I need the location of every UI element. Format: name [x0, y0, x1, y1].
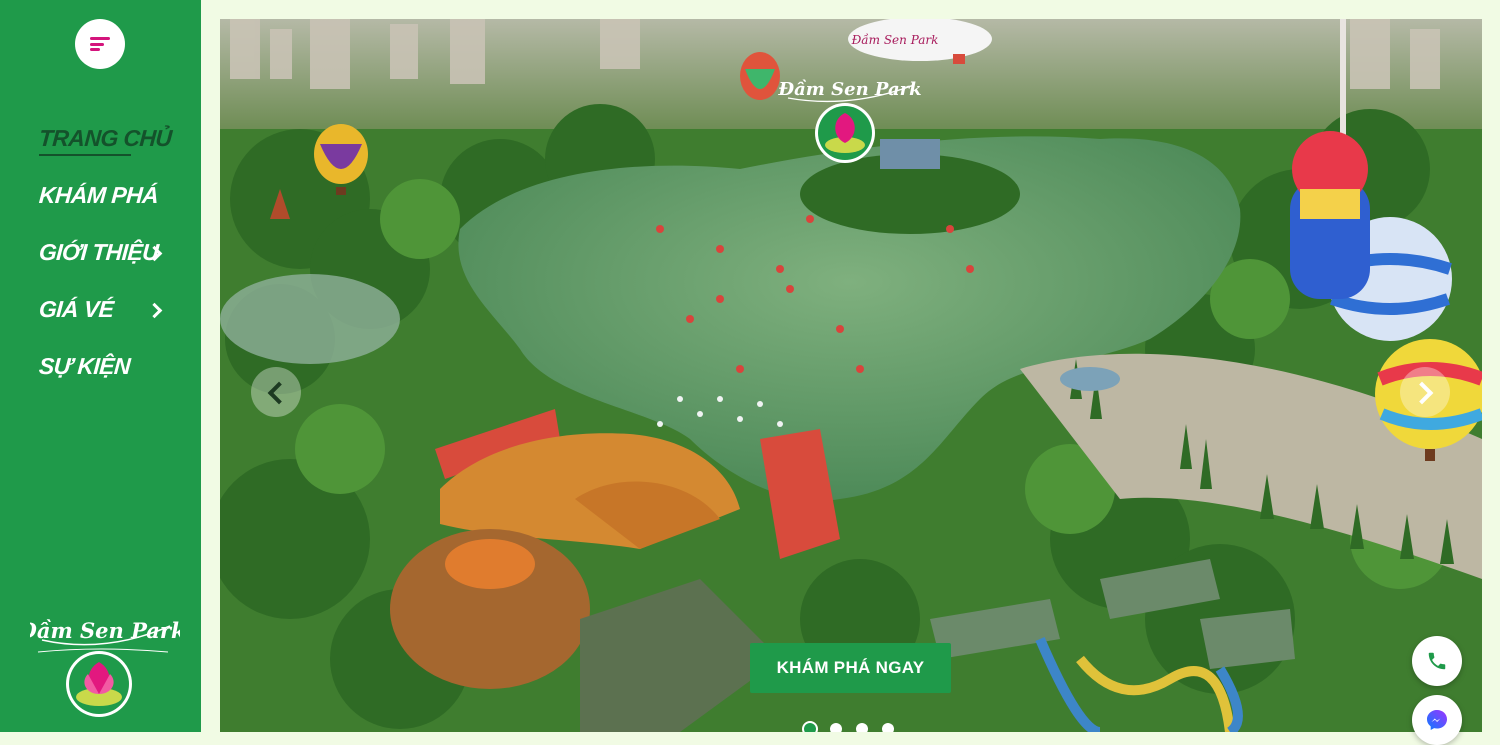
- hero-carousel: Đầm Sen Park Đầm Sen Park KHÁM PHÁ NGAY: [220, 19, 1482, 732]
- messenger-icon: [1427, 710, 1447, 730]
- nav-item-su-kien[interactable]: SỰ KIỆN: [38, 338, 174, 395]
- main-nav: TRANG CHỦ KHÁM PHÁ GIỚI THIỆU GIÁ VÉ SỰ …: [38, 110, 174, 395]
- carousel-dot[interactable]: [856, 723, 868, 732]
- carousel-dot[interactable]: [882, 723, 894, 732]
- nav-item-gioi-thieu[interactable]: GIỚI THIỆU: [38, 224, 174, 281]
- messenger-button[interactable]: [1412, 695, 1462, 745]
- chevron-left-icon: [267, 381, 291, 405]
- menu-toggle-button[interactable]: [75, 19, 125, 69]
- nav-item-label: TRANG CHỦ: [38, 125, 173, 151]
- carousel-next-button[interactable]: [1400, 367, 1450, 417]
- nav-item-trang-chu[interactable]: TRANG CHỦ: [38, 110, 174, 167]
- nav-item-label: SỰ KIỆN: [38, 353, 132, 379]
- nav-item-label: GIỚI THIỆU: [38, 239, 160, 265]
- carousel-pagination: [804, 723, 894, 732]
- hero-slide-image: Đầm Sen Park Đầm Sen Park: [220, 19, 1482, 732]
- hamburger-icon: [90, 37, 110, 51]
- nav-item-label: GIÁ VÉ: [38, 296, 115, 322]
- carousel-dot[interactable]: [804, 723, 816, 732]
- carousel-dot[interactable]: [830, 723, 842, 732]
- hero-logo-text: Đầm Sen Park: [777, 78, 921, 100]
- chevron-right-icon: [1410, 381, 1434, 405]
- explore-now-button[interactable]: KHÁM PHÁ NGAY: [750, 643, 951, 693]
- chevron-right-icon: [146, 302, 163, 318]
- blimp-text: Đầm Sen Park: [851, 32, 939, 47]
- carousel-prev-button[interactable]: [251, 367, 301, 417]
- nav-item-label: KHÁM PHÁ: [38, 182, 160, 208]
- dam-sen-park-logo[interactable]: Đầm Sen Park: [30, 604, 180, 719]
- phone-button[interactable]: [1412, 636, 1462, 686]
- phone-icon: [1428, 652, 1446, 670]
- nav-item-gia-ve[interactable]: GIÁ VÉ: [38, 281, 174, 338]
- sidebar: TRANG CHỦ KHÁM PHÁ GIỚI THIỆU GIÁ VÉ SỰ …: [0, 0, 201, 732]
- nav-item-kham-pha[interactable]: KHÁM PHÁ: [38, 167, 174, 224]
